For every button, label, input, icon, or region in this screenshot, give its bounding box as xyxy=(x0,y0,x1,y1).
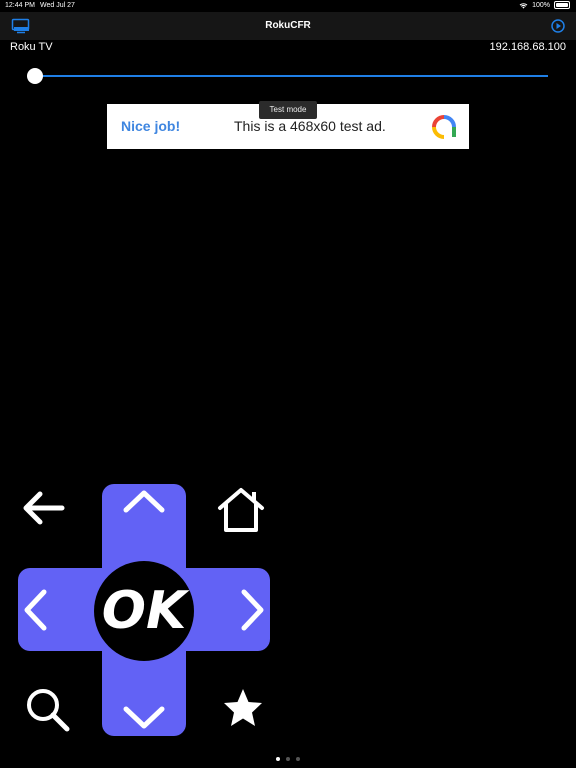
star-icon[interactable] xyxy=(221,686,265,730)
right-chevron-icon[interactable] xyxy=(238,587,268,633)
ok-button[interactable]: OK xyxy=(94,561,194,661)
ok-label: OK xyxy=(101,581,187,641)
ad-headline: Nice job! xyxy=(121,118,181,134)
device-name: Roku TV xyxy=(10,41,53,53)
ad-body-text: This is a 468x60 test ad. xyxy=(234,118,386,134)
status-bar: 12:44 PM Wed Jul 27 100% xyxy=(0,0,576,12)
status-date: Wed Jul 27 xyxy=(40,2,75,9)
left-chevron-icon[interactable] xyxy=(20,587,50,633)
up-chevron-icon[interactable] xyxy=(121,486,167,516)
volume-slider-track[interactable] xyxy=(34,75,548,77)
volume-slider-thumb[interactable] xyxy=(27,68,43,84)
home-icon[interactable] xyxy=(214,486,268,534)
page-indicator[interactable] xyxy=(0,757,576,761)
battery-percent: 100% xyxy=(532,1,550,9)
settings-icon[interactable] xyxy=(550,18,566,34)
battery-icon xyxy=(554,1,570,9)
status-time: 12:44 PM xyxy=(5,2,35,9)
back-arrow-icon[interactable] xyxy=(20,488,68,528)
page-dot-1[interactable] xyxy=(276,757,280,761)
ad-logo-icon xyxy=(431,114,457,140)
remote-control: OK xyxy=(0,470,576,750)
page-dot-2[interactable] xyxy=(286,757,290,761)
search-icon[interactable] xyxy=(24,686,72,734)
wifi-icon xyxy=(519,2,528,9)
navigation-bar: RokuCFR xyxy=(0,12,576,40)
status-indicators: 100% xyxy=(519,1,570,9)
app-title: RokuCFR xyxy=(265,20,311,31)
device-ip-address: 192.168.68.100 xyxy=(489,41,566,53)
test-mode-label: Test mode xyxy=(259,101,317,119)
down-chevron-icon[interactable] xyxy=(121,703,167,733)
page-dot-3[interactable] xyxy=(296,757,300,761)
